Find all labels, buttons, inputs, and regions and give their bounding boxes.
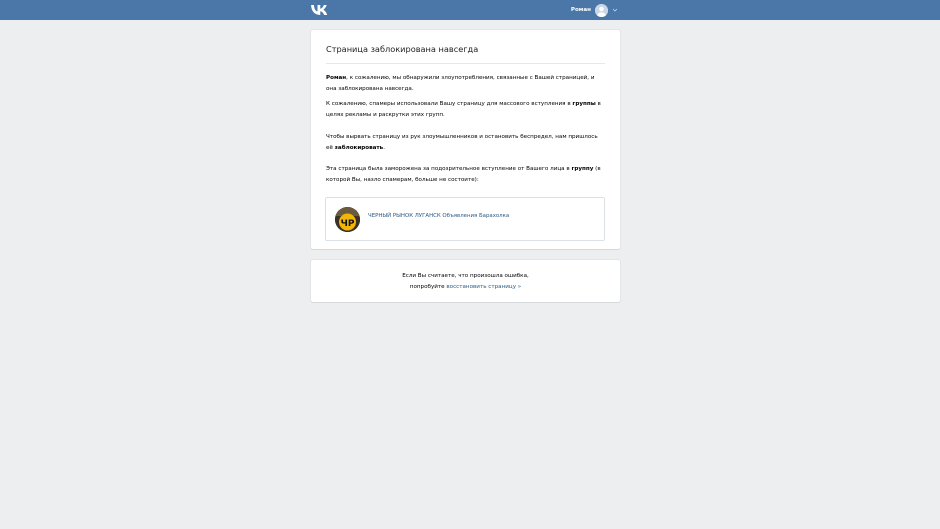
top-bar: Роман (0, 0, 940, 20)
chevron-down-icon (612, 8, 618, 12)
block-reason: Чтобы вырвать страницу из рук злоумышлен… (326, 134, 598, 151)
freeze-explanation: Эта страница была заморожена за подозрит… (326, 166, 601, 183)
restore-page-link[interactable]: восстановить страницу » (446, 284, 521, 290)
restore-message: Если Вы считаете, что произошла ошибка, … (402, 273, 529, 290)
page-title: Страница заблокирована навсегда (326, 44, 605, 64)
vk-logo-icon[interactable] (311, 3, 328, 17)
blocked-page-card: Страница заблокирована навсегда Роман, к… (311, 30, 620, 249)
blocked-message: Роман, к сожалению, мы обнаружили злоупо… (326, 75, 595, 92)
group-avatar[interactable]: ЧР (335, 207, 360, 232)
default-avatar-icon (595, 3, 608, 17)
group-item[interactable]: ЧР ЧЕРНЫЙ РЫНОК ЛУГАНСК Объявления Барах… (325, 197, 605, 241)
user-name-bold: Роман (326, 75, 347, 81)
user-avatar (595, 3, 608, 17)
group-avatar-letters: ЧР (341, 219, 355, 229)
user-menu[interactable]: Роман (571, 2, 618, 18)
group-logo-icon: ЧР (335, 207, 360, 232)
group-name-link[interactable]: ЧЕРНЫЙ РЫНОК ЛУГАНСК Объявления Барахолк… (368, 213, 509, 219)
user-name: Роман (570, 7, 591, 13)
spam-explanation: К сожалению, спамеры использовали Вашу с… (326, 101, 601, 118)
restore-card: Если Вы считаете, что произошла ошибка, … (311, 260, 620, 302)
